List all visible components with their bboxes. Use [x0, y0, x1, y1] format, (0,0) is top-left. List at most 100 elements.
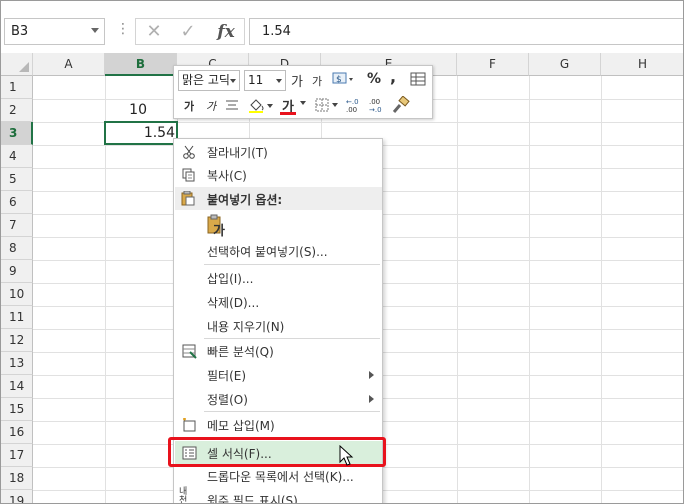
gridline [457, 76, 458, 503]
menu-item-pick-from-list[interactable]: 드롭다운 목록에서 선택(K)... [175, 464, 382, 487]
row-header-18[interactable]: 18 [1, 467, 33, 490]
clipboard-icon [181, 190, 195, 209]
column-header-a[interactable]: A [33, 53, 105, 76]
menu-item-phonetic-guide[interactable]: 내천 윗주 필드 표시(S) [175, 488, 382, 504]
menu-item-cut[interactable]: 잘라내기(T) [175, 140, 382, 163]
row-header-19[interactable]: 19 [1, 490, 33, 503]
font-size-value: 11 [248, 73, 264, 87]
row-header-17[interactable]: 17 [1, 444, 33, 467]
menu-item-label: 빠른 분석(Q) [207, 345, 274, 359]
format-painter-table-icon[interactable] [410, 72, 426, 87]
comma-style-icon[interactable]: , [390, 67, 396, 86]
formula-value: 1.54 [262, 24, 291, 39]
new-comment-icon [181, 417, 197, 433]
italic-icon[interactable]: 가 [206, 98, 216, 114]
menu-item-label: 선택하여 붙여넣기(S)... [207, 245, 328, 259]
row-header-16[interactable]: 16 [1, 421, 33, 444]
menu-separator [204, 264, 380, 265]
row-header-6[interactable]: 6 [1, 191, 33, 214]
paste-values-button[interactable]: 가 [175, 212, 382, 239]
column-header-f[interactable]: F [457, 53, 529, 76]
percent-style-icon[interactable]: % [367, 71, 381, 87]
chevron-down-icon[interactable] [299, 100, 307, 106]
font-size-select[interactable]: 11 [244, 70, 286, 91]
row-header-4[interactable]: 4 [1, 145, 33, 168]
formula-bar: B3 ⋮ ✕ ✓ fx 1.54 [1, 11, 683, 53]
menu-item-insert-comment[interactable]: 메모 삽입(M) [175, 413, 382, 436]
name-box[interactable]: B3 [4, 18, 105, 45]
more-options-icon[interactable]: ⋮ [116, 22, 130, 36]
row-header-3[interactable]: 3 [1, 122, 33, 145]
active-cell-border [104, 121, 178, 145]
svg-text:$: $ [336, 75, 342, 85]
menu-item-quick-analysis[interactable]: 빠른 분석(Q) [175, 339, 382, 362]
accounting-format-icon[interactable]: $ [332, 71, 354, 87]
paste-options-label: 붙여넣기 옵션: [207, 193, 283, 207]
menu-item-insert[interactable]: 삽입(I)... [175, 266, 382, 289]
menu-item-label: 필터(E) [207, 369, 247, 383]
row-header-7[interactable]: 7 [1, 214, 33, 237]
row-header-2[interactable]: 2 [1, 99, 33, 122]
column-header-g[interactable]: G [529, 53, 601, 76]
fill-color-icon[interactable] [247, 96, 275, 114]
row-header-9[interactable]: 9 [1, 260, 33, 283]
chevron-right-icon [369, 371, 374, 379]
menu-item-label: 드롭다운 목록에서 선택(K)... [207, 470, 354, 484]
borders-icon[interactable] [314, 97, 340, 113]
select-all-button[interactable] [1, 53, 33, 76]
menu-item-filter[interactable]: 필터(E) [175, 363, 382, 386]
decrease-decimal-icon[interactable]: .00→.0 [369, 96, 387, 114]
paste-options-header: 붙여넣기 옵션: [175, 187, 382, 210]
gridline [601, 76, 602, 503]
chevron-down-icon [230, 79, 236, 83]
row-header-13[interactable]: 13 [1, 352, 33, 375]
svg-text:.00: .00 [346, 106, 357, 114]
row-header-5[interactable]: 5 [1, 168, 33, 191]
column-header-h[interactable]: H [601, 53, 683, 76]
bold-icon[interactable]: 가 [184, 98, 194, 114]
grow-font-icon[interactable]: 가 [291, 71, 303, 90]
svg-text:.00: .00 [369, 98, 380, 106]
gridline [529, 76, 530, 503]
menu-item-delete[interactable]: 삭제(D)... [175, 290, 382, 313]
paste-glyph: 가 [213, 224, 225, 239]
font-name-select[interactable]: 맑은 고딕 [178, 70, 240, 91]
menu-item-label: 메모 삽입(M) [207, 419, 275, 433]
increase-decimal-icon[interactable]: ←.0.00 [346, 96, 364, 114]
column-header-b[interactable]: B [105, 53, 177, 76]
formula-buttons: ✕ ✓ fx [135, 18, 245, 45]
row-header-15[interactable]: 15 [1, 398, 33, 421]
align-center-icon[interactable] [224, 98, 240, 112]
copy-icon [181, 167, 197, 183]
format-painter-icon[interactable] [392, 96, 410, 114]
row-header-8[interactable]: 8 [1, 237, 33, 260]
svg-text:→.0: →.0 [369, 106, 382, 114]
mini-toolbar: 맑은 고딕 11 가 가 $ % , 가 가 가 ←.0.00 .00 →.0 [173, 65, 433, 119]
row-header-1[interactable]: 1 [1, 76, 33, 99]
excel-window: B3 ⋮ ✕ ✓ fx 1.54 A B C D E F G H 1 2 3 4… [0, 0, 684, 504]
row-header-10[interactable]: 10 [1, 283, 33, 306]
chevron-down-icon [276, 79, 282, 83]
menu-item-copy[interactable]: 복사(C) [175, 163, 382, 186]
insert-function-icon[interactable]: fx [210, 19, 242, 44]
formula-input[interactable]: 1.54 [249, 18, 683, 45]
menu-item-label: 복사(C) [207, 169, 247, 183]
menu-item-clear-contents[interactable]: 내용 지우기(N) [175, 314, 382, 337]
cancel-icon[interactable]: ✕ [138, 19, 170, 44]
font-name-value: 맑은 고딕 [182, 73, 230, 87]
row-header-12[interactable]: 12 [1, 329, 33, 352]
enter-icon[interactable]: ✓ [172, 19, 204, 44]
chevron-down-icon[interactable] [91, 28, 99, 33]
row-header-14[interactable]: 14 [1, 375, 33, 398]
menu-item-label: 정렬(O) [207, 393, 248, 407]
row-header-11[interactable]: 11 [1, 306, 33, 329]
phonetic-icon: 내천 [179, 487, 188, 504]
menu-item-label: 윗주 필드 표시(S) [207, 494, 298, 504]
menu-item-paste-special[interactable]: 선택하여 붙여넣기(S)... [175, 239, 382, 262]
menu-item-sort[interactable]: 정렬(O) [175, 387, 382, 410]
chevron-right-icon [369, 395, 374, 403]
menu-item-label: 잘라내기(T) [207, 146, 268, 160]
menu-item-label: 삽입(I)... [207, 272, 254, 286]
shrink-font-icon[interactable]: 가 [312, 73, 322, 89]
cell-b2[interactable]: 10 [105, 99, 149, 122]
